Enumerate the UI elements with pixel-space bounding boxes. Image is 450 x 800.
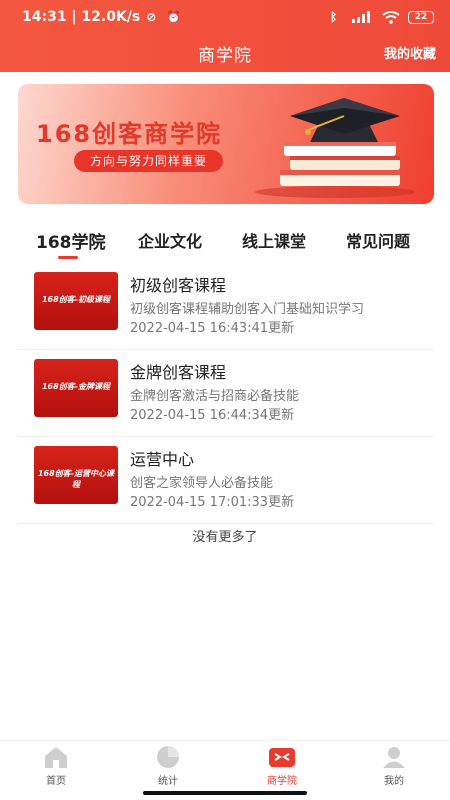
tab-faq[interactable]: 常见问题 [346, 228, 410, 252]
bluetooth-icon: ᛒ [330, 10, 338, 24]
user-icon [383, 747, 405, 768]
battery-indicator: 22 [408, 10, 434, 24]
bottom-tab-statistics[interactable]: 统计 [138, 745, 198, 787]
bottom-tab-label: 商学院 [267, 776, 297, 787]
alarm-icon: ⏰ [166, 10, 182, 24]
course-updated-time: 2022-04-15 17:01:33更新 [130, 495, 295, 510]
bottom-tab-label: 统计 [158, 776, 178, 787]
wifi-icon [382, 10, 400, 24]
banner-slogan: 方向与努力同样重要 [74, 150, 224, 172]
status-bar: 14:31 | 12.0K/s ⊘ ⏰ ᛒ 22 [0, 0, 450, 34]
mute-icon: ⊘ [146, 10, 157, 24]
course-updated-time: 2022-04-15 16:43:41更新 [130, 321, 295, 336]
course-item[interactable]: 168创客-运营中心课程 运营中心 创客之家领导人必备技能 2022-04-15… [18, 438, 434, 524]
course-name: 初级创客课程 [130, 276, 227, 295]
active-tab-indicator [58, 256, 78, 259]
course-thumbnail: 168创客-金牌课程 [34, 359, 118, 417]
home-icon [45, 747, 67, 768]
thumbnail-caption: 168创客-初级课程 [41, 295, 111, 304]
page-title: 商学院 [198, 45, 252, 66]
course-thumbnail: 168创客-初级课程 [34, 272, 118, 330]
tab-168-academy[interactable]: 168学院 [36, 228, 106, 253]
course-description: 创客之家领导人必备技能 [130, 476, 274, 491]
bottom-tab-business-school[interactable]: 商学院 [252, 745, 312, 787]
bottom-tab-mine[interactable]: 我的 [364, 745, 424, 787]
header: 14:31 | 12.0K/s ⊘ ⏰ ᛒ 22 商学院 我的收藏 [0, 0, 450, 72]
course-thumbnail: 168创客-运营中心课程 [34, 446, 118, 504]
nav-bar: 商学院 我的收藏 [0, 34, 450, 72]
status-time-speed: 14:31 | 12.0K/s [22, 9, 141, 25]
course-item[interactable]: 168创客-初级课程 初级创客课程 初级创客课程辅助创客入门基础知识学习 202… [18, 264, 434, 350]
course-name: 运营中心 [130, 450, 195, 469]
category-tabs: 168学院 企业文化 线上课堂 常见问题 [0, 222, 450, 262]
course-item[interactable]: 168创客-金牌课程 金牌创客课程 金牌创客激活与招商必备技能 2022-04-… [18, 351, 434, 437]
bottom-tab-home[interactable]: 首页 [26, 745, 86, 787]
course-name: 金牌创客课程 [130, 363, 227, 382]
thumbnail-caption: 168创客-运营中心课程 [37, 469, 115, 489]
promo-banner[interactable]: 168创客商学院 方向与努力同样重要 [18, 84, 434, 204]
thumbnail-caption: 168创客-金牌课程 [41, 382, 111, 391]
tab-corporate-culture[interactable]: 企业文化 [138, 228, 202, 252]
signal-icon [352, 11, 370, 23]
tab-online-classroom[interactable]: 线上课堂 [242, 228, 306, 252]
bottom-tab-label: 我的 [384, 776, 404, 787]
course-updated-time: 2022-04-15 16:44:34更新 [130, 408, 295, 423]
course-description: 初级创客课程辅助创客入门基础知识学习 [130, 302, 365, 317]
banner-title: 168创客商学院 [36, 120, 223, 148]
pie-chart-icon [157, 746, 179, 768]
no-more-text: 没有更多了 [192, 530, 258, 545]
home-indicator [143, 791, 307, 795]
course-description: 金牌创客激活与招商必备技能 [130, 389, 300, 404]
business-school-icon [269, 748, 295, 767]
my-favorites-link[interactable]: 我的收藏 [384, 43, 436, 62]
bottom-tab-label: 首页 [46, 776, 66, 787]
graduation-cap-books-illustration [255, 98, 415, 198]
